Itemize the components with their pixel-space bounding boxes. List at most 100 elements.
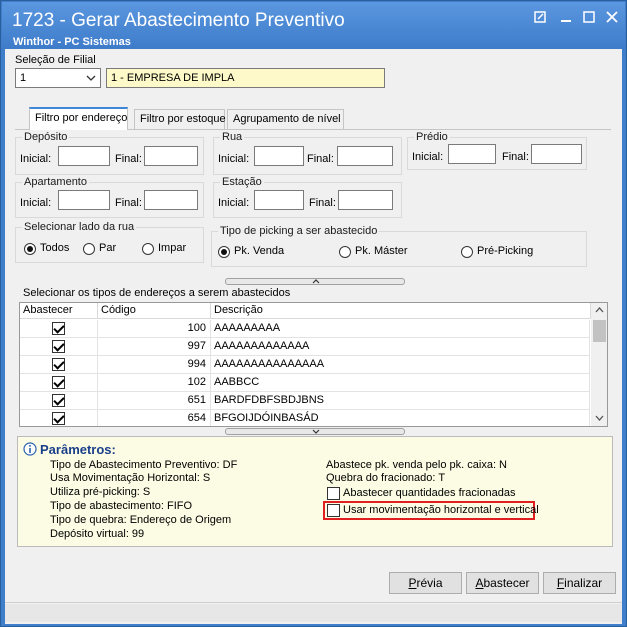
- predio-group: Prédio Inicial: Final:: [407, 131, 587, 170]
- abastecer-button[interactable]: Abastecer: [466, 572, 539, 594]
- radio-pk-master-label[interactable]: Pk. Máster: [355, 245, 408, 257]
- apartamento-final-label: Final:: [115, 197, 142, 209]
- deposito-final-input[interactable]: [144, 146, 198, 166]
- cell-descricao: AAAAAAAAA: [211, 320, 590, 338]
- title-bar[interactable]: 1723 - Gerar Abastecimento Preventivo Wi…: [2, 2, 625, 50]
- filial-code-select[interactable]: 1: [15, 68, 101, 88]
- deposito-group: Depósito Inicial: Final:: [15, 131, 204, 175]
- radio-impar-label[interactable]: Impar: [158, 242, 186, 254]
- rua-group: Rua Inicial: Final:: [213, 131, 402, 175]
- cell-abastecer: [20, 320, 98, 338]
- row-checkbox[interactable]: [52, 340, 65, 353]
- check-movimentacao-horizontal-vertical[interactable]: [327, 504, 340, 517]
- row-checkbox[interactable]: [52, 394, 65, 407]
- grid-caption: Selecionar os tipos de endereços a serem…: [23, 287, 291, 299]
- splitter-handle[interactable]: [225, 278, 405, 285]
- radio-par[interactable]: [83, 243, 95, 255]
- check-quantidades-fracionadas[interactable]: [327, 487, 340, 500]
- cell-descricao: AABBCC: [211, 374, 590, 392]
- scroll-down-icon[interactable]: [595, 415, 604, 421]
- predio-inicial-input[interactable]: [448, 144, 496, 164]
- tab-filtro-estoque[interactable]: Filtro por estoque: [134, 109, 226, 129]
- radio-pk-master[interactable]: [339, 246, 351, 258]
- tab-label: Filtro por endereço: [35, 112, 128, 124]
- predio-final-label: Final:: [502, 151, 529, 163]
- scroll-up-icon[interactable]: [595, 307, 604, 313]
- column-header-abastecer[interactable]: Abastecer: [20, 303, 98, 319]
- previa-button[interactable]: Prévia: [389, 572, 462, 594]
- filial-label: Seleção de Filial: [15, 54, 96, 66]
- cell-descricao: AAAAAAAAAAAAAAA: [211, 356, 590, 374]
- estacao-final-input[interactable]: [338, 190, 393, 210]
- rua-inicial-input[interactable]: [254, 146, 304, 166]
- finalizar-button[interactable]: Finalizar: [543, 572, 616, 594]
- minimize-icon[interactable]: [556, 10, 576, 28]
- table-row[interactable]: 654 BFGOIJDÓINBASÁD: [20, 410, 590, 426]
- check-movimentacao-label[interactable]: Usar movimentação horizontal e vertical: [343, 504, 539, 516]
- abastecer-label: bastecer: [483, 576, 530, 590]
- estacao-group: Estação Inicial: Final:: [213, 176, 402, 218]
- row-checkbox[interactable]: [52, 358, 65, 371]
- apartamento-final-input[interactable]: [144, 190, 198, 210]
- cell-abastecer: [20, 356, 98, 374]
- filial-name-value: 1 - EMPRESA DE IMPLA: [111, 72, 235, 84]
- filial-code-value: 1: [20, 72, 27, 84]
- previa-label: révia: [416, 576, 443, 590]
- parametros-title: Parâmetros:: [40, 442, 116, 457]
- cell-codigo: 651: [98, 392, 211, 410]
- previa-access-key: P: [408, 576, 417, 590]
- radio-pre-picking-label[interactable]: Pré-Picking: [477, 245, 533, 257]
- param-usa-movimentacao: Usa Movimentação Horizontal: S: [50, 472, 211, 484]
- predio-final-input[interactable]: [531, 144, 582, 164]
- cell-abastecer: [20, 392, 98, 410]
- rua-final-input[interactable]: [337, 146, 393, 166]
- window-subtitle: Winthor - PC Sistemas: [13, 36, 131, 48]
- rua-final-label: Final:: [307, 153, 334, 165]
- table-row[interactable]: 100 AAAAAAAAA: [20, 320, 590, 338]
- splitter-handle-bottom[interactable]: [225, 428, 405, 435]
- radio-par-label[interactable]: Par: [99, 242, 116, 254]
- radio-todos[interactable]: [24, 243, 36, 255]
- param-tipo-quebra: Tipo de quebra: Endereço de Origem: [50, 514, 232, 526]
- deposito-final-label: Final:: [115, 153, 142, 165]
- table-row[interactable]: 994 AAAAAAAAAAAAAAA: [20, 356, 590, 374]
- lado-rua-group: Selecionar lado da rua Todos Par Impar: [15, 221, 204, 263]
- predio-inicial-label: Inicial:: [412, 151, 444, 163]
- scroll-thumb[interactable]: [593, 320, 606, 342]
- deposito-inicial-input[interactable]: [58, 146, 110, 166]
- tab-agrupamento-nivel[interactable]: Agrupamento de nível: [227, 109, 344, 129]
- cell-abastecer: [20, 338, 98, 356]
- radio-todos-label[interactable]: Todos: [40, 242, 69, 254]
- column-header-codigo[interactable]: Código: [98, 303, 211, 319]
- apartamento-group: Apartamento Inicial: Final:: [15, 176, 204, 218]
- deposito-label: Depósito: [22, 131, 70, 143]
- radio-pk-venda[interactable]: [218, 246, 230, 258]
- application-window: 1723 - Gerar Abastecimento Preventivo Wi…: [0, 0, 627, 627]
- param-tipo-abastecimento-preventivo: Tipo de Abastecimento Preventivo: DF: [50, 459, 238, 471]
- row-checkbox[interactable]: [52, 376, 65, 389]
- table-row[interactable]: 651 BARDFDBFSBDJBNS: [20, 392, 590, 410]
- param-tipo-abastecimento: Tipo de abastecimento: FIFO: [50, 500, 193, 512]
- table-row[interactable]: 997 AAAAAAAAAAAAA: [20, 338, 590, 356]
- info-icon: [23, 442, 37, 456]
- tab-label: Filtro por estoque: [140, 113, 226, 125]
- status-divider: [5, 602, 622, 603]
- chevron-down-icon[interactable]: [86, 73, 96, 85]
- estacao-inicial-input[interactable]: [254, 190, 304, 210]
- cell-codigo: 102: [98, 374, 211, 392]
- apartamento-inicial-input[interactable]: [58, 190, 110, 210]
- row-checkbox[interactable]: [52, 412, 65, 425]
- table-row[interactable]: 102 AABBCC: [20, 374, 590, 392]
- restore-icon[interactable]: [530, 10, 550, 28]
- tab-filtro-endereco[interactable]: Filtro por endereço: [29, 107, 128, 130]
- radio-impar[interactable]: [142, 243, 154, 255]
- vertical-scrollbar[interactable]: [591, 303, 607, 426]
- radio-pk-venda-label[interactable]: Pk. Venda: [234, 245, 284, 257]
- check-quantidades-fracionadas-label[interactable]: Abastecer quantidades fracionadas: [343, 487, 515, 499]
- estacao-final-label: Final:: [309, 197, 336, 209]
- maximize-icon[interactable]: [579, 10, 599, 28]
- row-checkbox[interactable]: [52, 322, 65, 335]
- column-header-descricao[interactable]: Descrição: [211, 303, 591, 319]
- radio-pre-picking[interactable]: [461, 246, 473, 258]
- close-icon[interactable]: [602, 10, 622, 28]
